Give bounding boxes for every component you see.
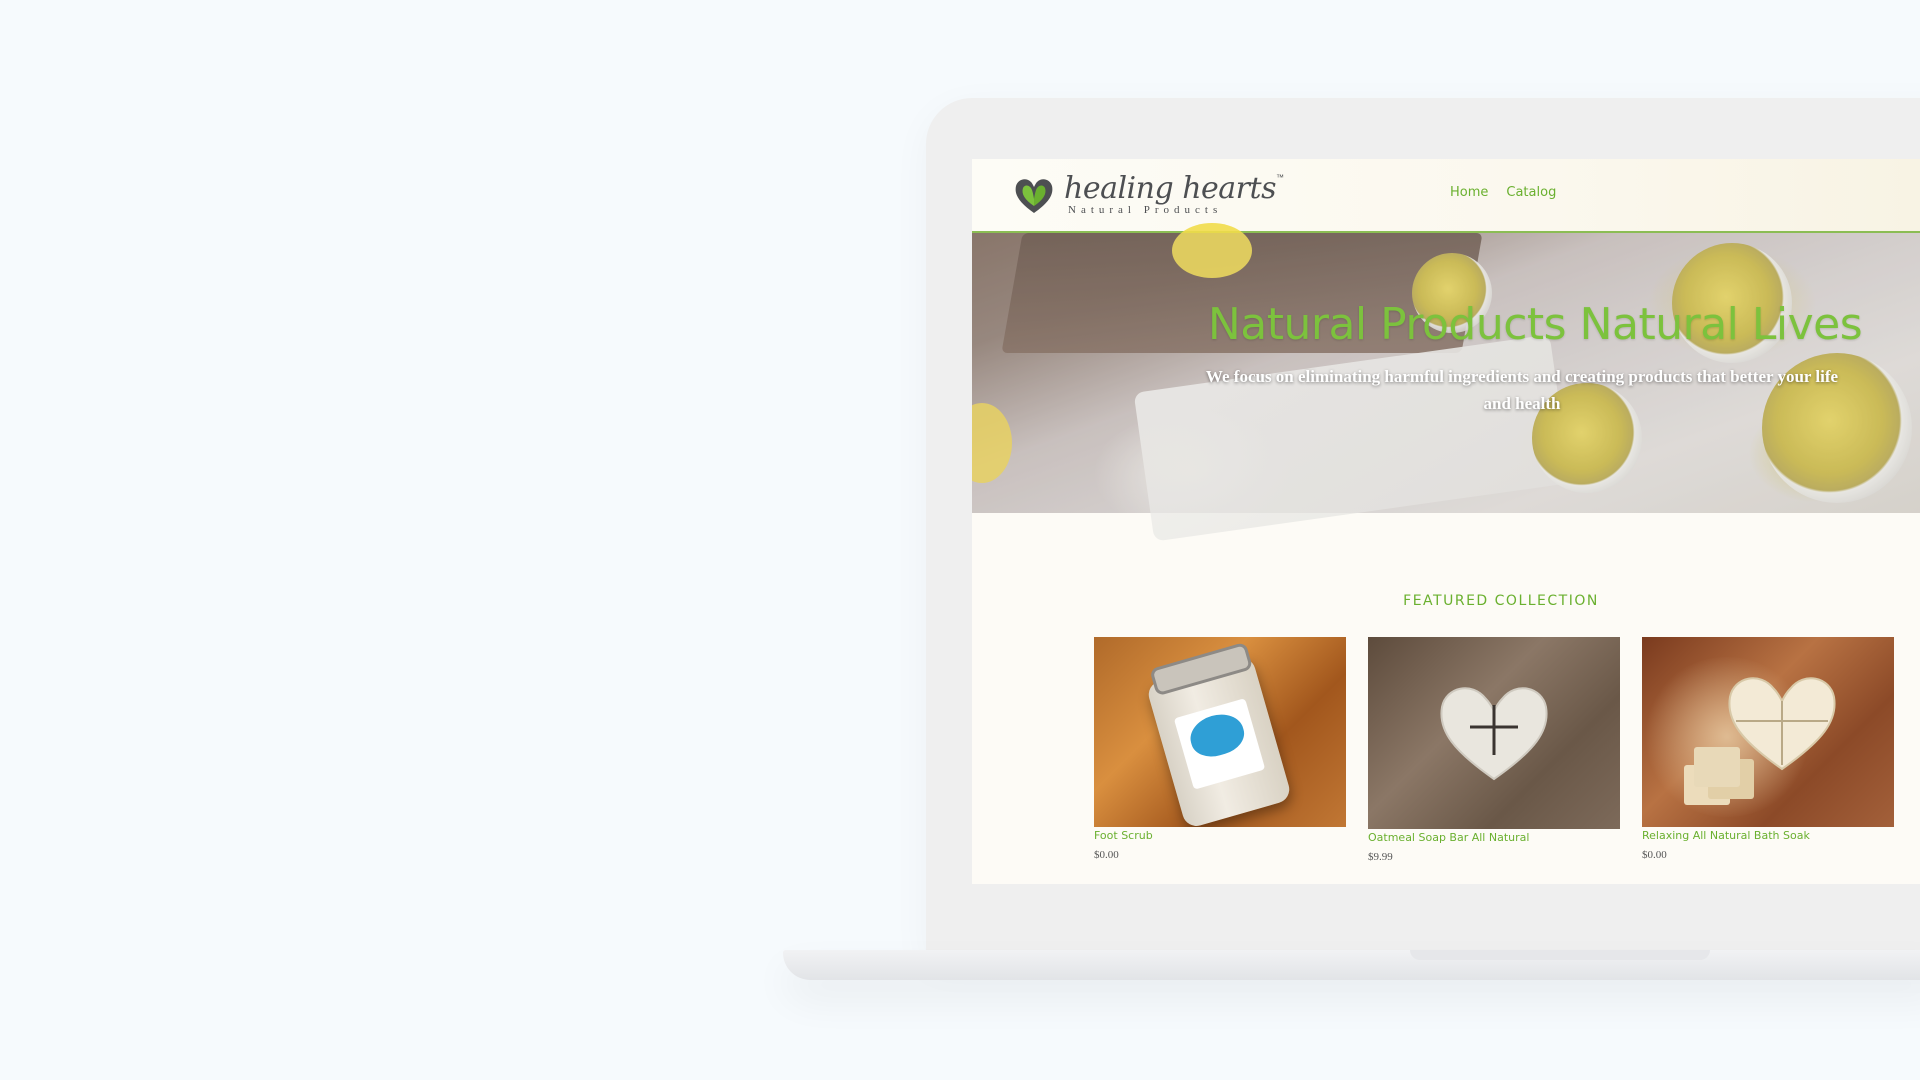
soap-cubes [1694, 747, 1740, 787]
mockup-stage: healing hearts™ Natural Products Home Ca… [0, 0, 1920, 1080]
product-price: $9.99 [1368, 851, 1393, 863]
hero-subtitle: We focus on eliminating harmful ingredie… [1205, 367, 1839, 413]
laptop-notch [1410, 950, 1710, 960]
product-name[interactable]: Oatmeal Soap Bar All Natural [1368, 831, 1620, 844]
product-image[interactable] [1642, 637, 1894, 827]
nav-home-link[interactable]: Home [1450, 185, 1488, 200]
jar-lid [1149, 641, 1254, 697]
product-image[interactable] [1368, 637, 1620, 829]
product-card[interactable]: Relaxing All Natural Bath Soak $0.00 [1642, 637, 1894, 861]
main-nav: Home Catalog [1450, 185, 1556, 200]
logo-name: healing hearts [1064, 171, 1276, 206]
site-header: healing hearts™ Natural Products Home Ca… [972, 159, 1920, 233]
product-price: $0.00 [1642, 849, 1667, 861]
logo-subtitle: Natural Products [1068, 204, 1223, 216]
product-price: $0.00 [1094, 849, 1119, 861]
product-name[interactable]: Foot Scrub [1094, 829, 1346, 842]
hero-banner: Natural Products Natural Lives We focus … [972, 223, 1920, 542]
hero-title: Natural Products Natural Lives [1207, 299, 1863, 350]
jar-label [1173, 698, 1266, 790]
product-name[interactable]: Relaxing All Natural Bath Soak [1642, 829, 1894, 842]
nav-catalog-link[interactable]: Catalog [1506, 185, 1556, 200]
featured-collection-title: FEATURED COLLECTION [1403, 593, 1599, 609]
product-card[interactable]: Oatmeal Soap Bar All Natural $9.99 [1368, 637, 1620, 863]
scrub-jar-image [1145, 641, 1293, 827]
site-logo[interactable]: healing hearts™ Natural Products [1012, 173, 1284, 217]
bath-soak-heart-image [1722, 665, 1842, 775]
logo-trademark: ™ [1275, 173, 1284, 182]
soap-heart-image [1434, 675, 1554, 785]
heart-leaf-icon [1015, 179, 1053, 213]
laptop-screen: healing hearts™ Natural Products Home Ca… [972, 159, 1920, 884]
product-card[interactable]: Foot Scrub $0.00 [1094, 637, 1346, 861]
tree-logo-icon [1185, 708, 1249, 762]
product-image[interactable] [1094, 637, 1346, 827]
laptop-base [783, 950, 1920, 980]
